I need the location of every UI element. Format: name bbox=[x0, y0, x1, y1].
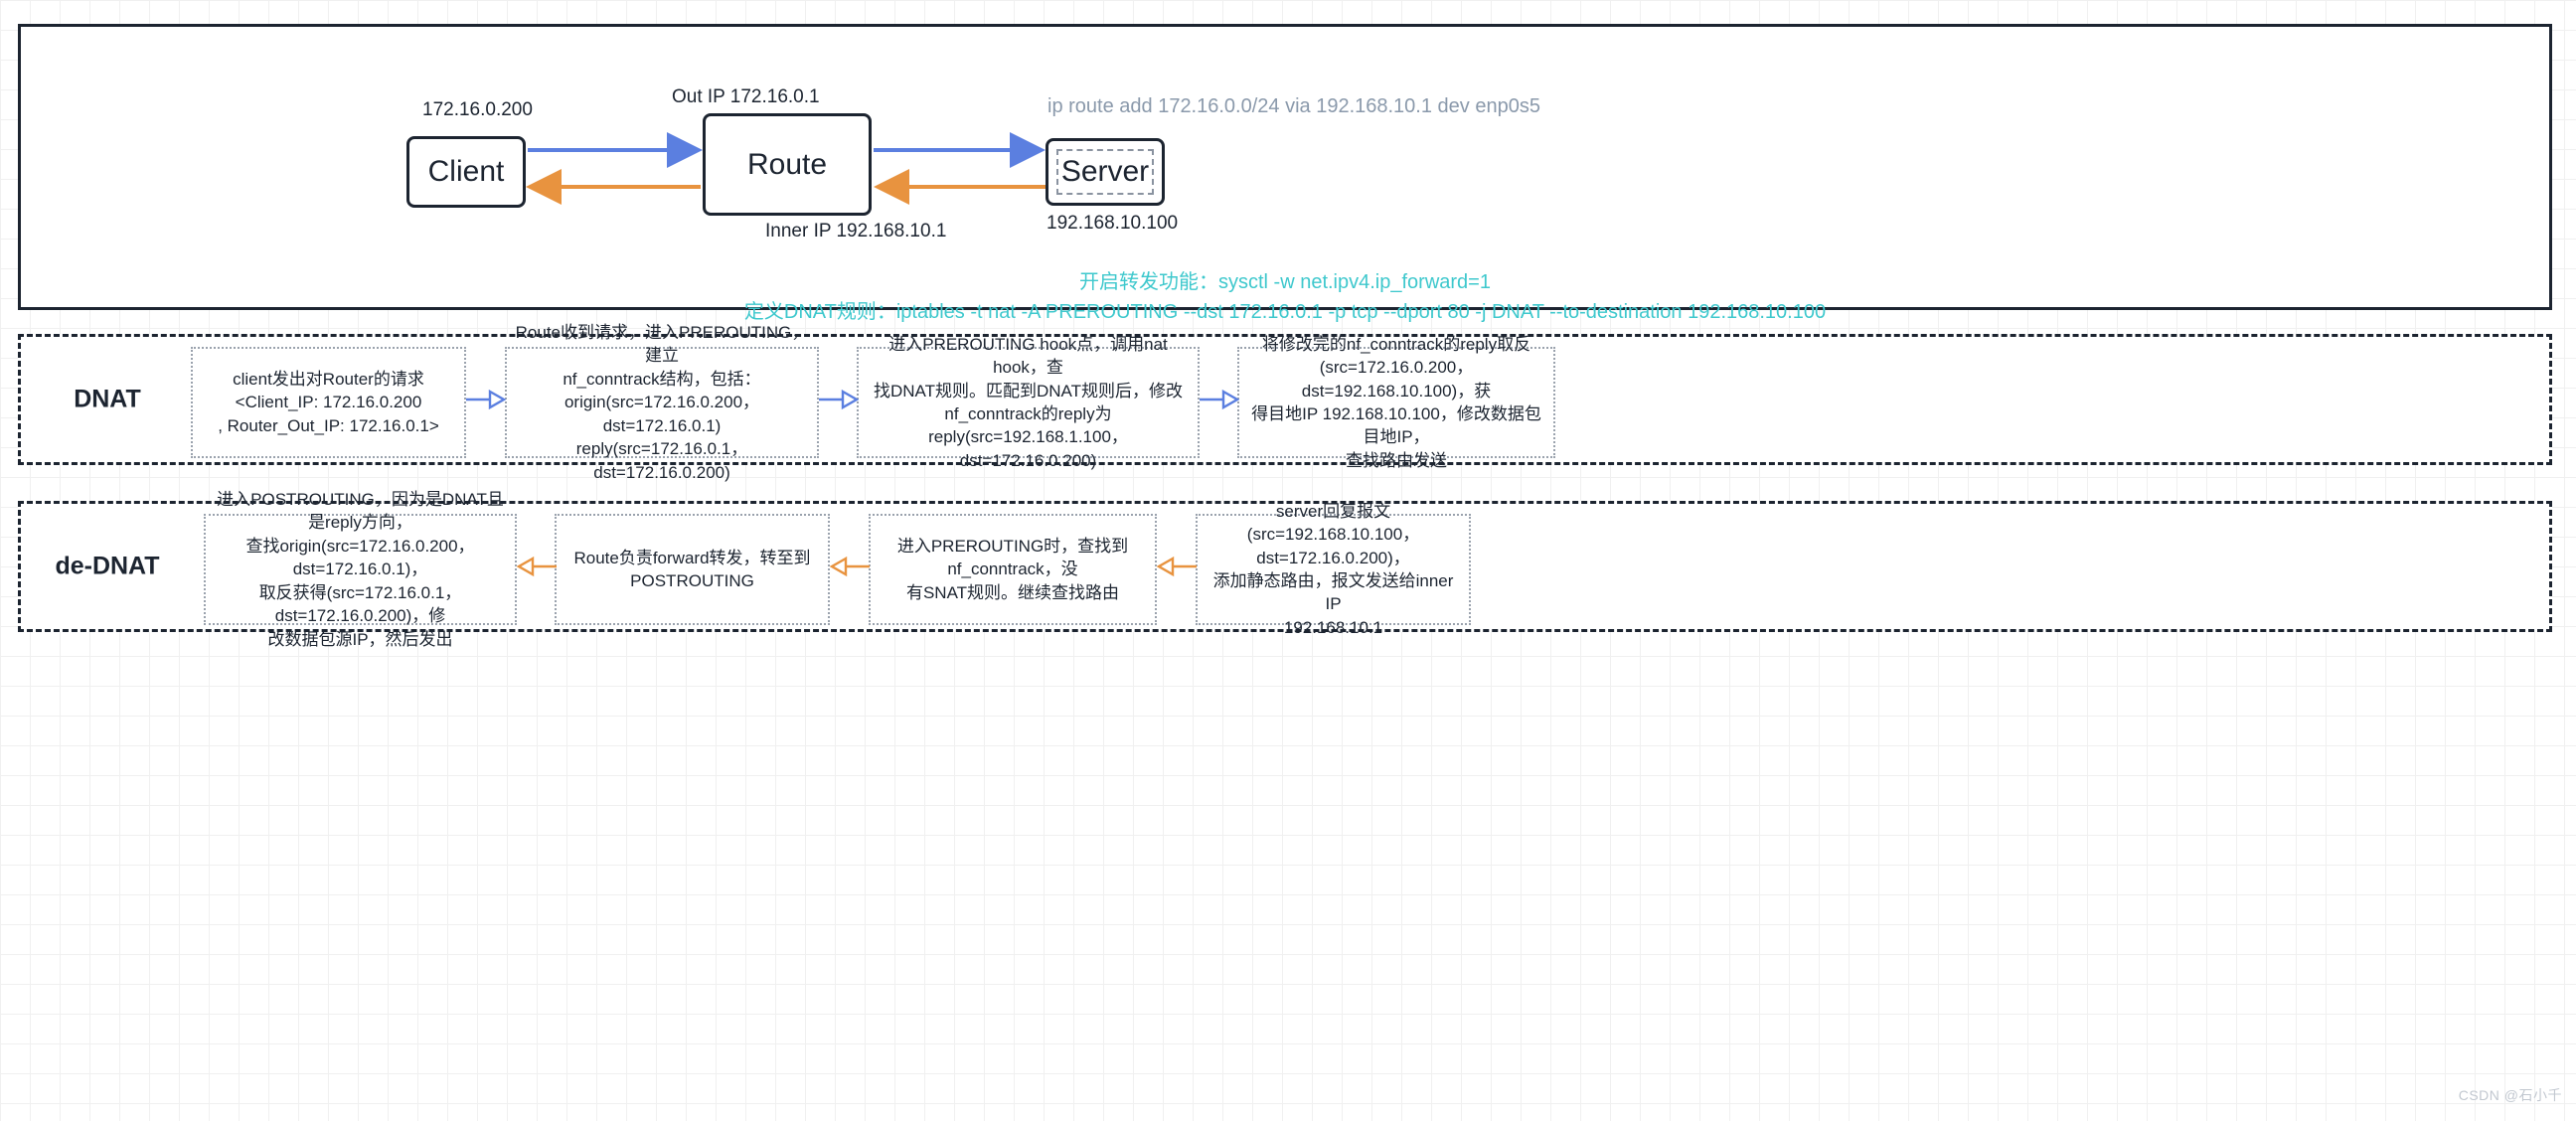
route-inner-ip-label: Inner IP 192.168.10.1 bbox=[765, 221, 947, 241]
flow-step-box: Route负责forward转发，转至到 POSTROUTING bbox=[555, 514, 830, 625]
ip-route-add-command: ip route add 172.16.0.0/24 via 192.168.1… bbox=[1047, 95, 1540, 117]
topology-panel: 172.16.0.200 Out IP 172.16.0.1 Inner IP … bbox=[18, 24, 2552, 323]
node-server-label: Server bbox=[1060, 155, 1150, 188]
flow-row-de-dnat: de-DNAT 进入POSTROUTING，因为是DNAT且是reply方向， … bbox=[18, 490, 2552, 649]
node-route-label: Route bbox=[746, 147, 828, 181]
flow-step-box: client发出对Router的请求 <Client_IP: 172.16.0.… bbox=[191, 347, 466, 458]
node-server: Server bbox=[1046, 138, 1165, 206]
flow-arrow-left-icon bbox=[830, 556, 870, 577]
flow-arrow-left-icon bbox=[1157, 556, 1197, 577]
node-client-label: Client bbox=[427, 155, 505, 188]
flow-step-box: 进入PREROUTING hook点，调用nat hook，查 找DNAT规则。… bbox=[857, 335, 1200, 470]
client-ip-label: 172.16.0.200 bbox=[422, 99, 533, 120]
flow-arrow-right-icon bbox=[819, 389, 859, 410]
route-out-ip-label: Out IP 172.16.0.1 bbox=[672, 86, 820, 107]
flow-row-de-dnat-title: de-DNAT bbox=[55, 552, 160, 580]
server-ip-label: 192.168.10.100 bbox=[1046, 213, 1179, 234]
dnat-rule-config-line: 定义DNAT规则：iptables -t nat -A PREROUTING -… bbox=[743, 301, 1827, 323]
node-route: Route bbox=[703, 113, 872, 216]
flow-step-box: 进入PREROUTING时，查找到nf_conntrack，没 有SNAT规则。… bbox=[869, 514, 1157, 625]
watermark: CSDN @石小千 bbox=[2458, 1087, 2562, 1103]
node-client: Client bbox=[406, 136, 526, 208]
flow-step-box: 进入POSTROUTING，因为是DNAT且是reply方向， 查找origin… bbox=[204, 490, 517, 649]
flow-row-dnat: DNAT client发出对Router的请求 <Client_IP: 172.… bbox=[18, 323, 2552, 482]
diagram-canvas: 172.16.0.200 Out IP 172.16.0.1 Inner IP … bbox=[0, 0, 2576, 1121]
forwarding-config-line: 开启转发功能：sysctl -w net.ipv4.ip_forward=1 bbox=[1078, 271, 1491, 293]
flow-step-box: 将修改完的nf_conntrack的reply取反 (src=172.16.0.… bbox=[1237, 335, 1555, 470]
flow-step-box: server回复报文 (src=192.168.10.100，dst=172.1… bbox=[1196, 502, 1471, 637]
flow-arrow-right-icon bbox=[1200, 389, 1239, 410]
flow-arrow-left-icon bbox=[517, 556, 557, 577]
flow-step-box: Route收到请求，进入PREROUTING，建立 nf_conntrack结构… bbox=[505, 323, 819, 482]
flow-row-dnat-title: DNAT bbox=[74, 385, 141, 413]
flow-arrow-right-icon bbox=[466, 389, 506, 410]
